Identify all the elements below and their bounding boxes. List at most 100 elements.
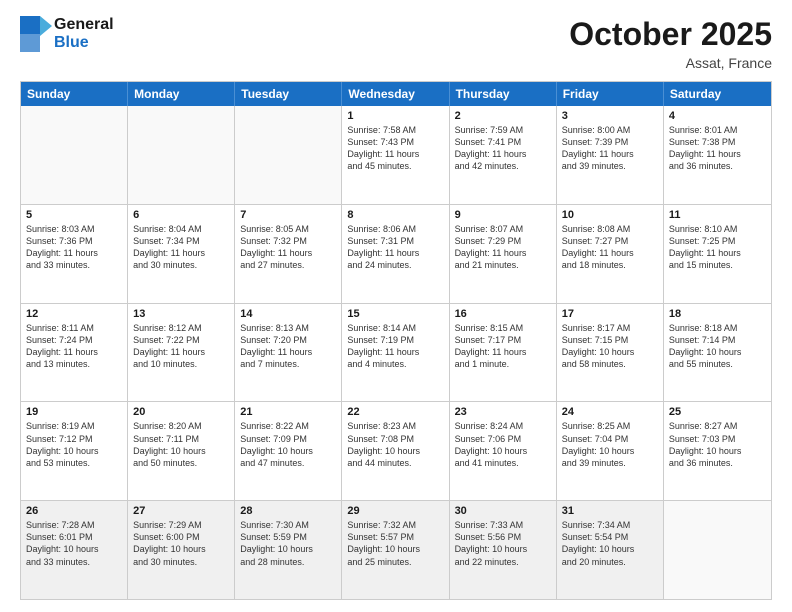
day-number: 23 — [455, 406, 551, 418]
day-info: Sunrise: 8:20 AM Sunset: 7:11 PM Dayligh… — [133, 420, 229, 469]
calendar-cell: 2 Sunrise: 7:59 AM Sunset: 7:41 PM Daylig… — [450, 106, 557, 204]
day-info: Sunrise: 8:19 AM Sunset: 7:12 PM Dayligh… — [26, 420, 122, 469]
calendar-cell: 10Sunrise: 8:08 AM Sunset: 7:27 PM Dayli… — [557, 205, 664, 303]
day-info: Sunrise: 7:34 AM Sunset: 5:54 PM Dayligh… — [562, 519, 658, 568]
day-info: Sunrise: 8:17 AM Sunset: 7:15 PM Dayligh… — [562, 322, 658, 371]
day-info: Sunrise: 8:06 AM Sunset: 7:31 PM Dayligh… — [347, 223, 443, 272]
day-info: Sunrise: 8:22 AM Sunset: 7:09 PM Dayligh… — [240, 420, 336, 469]
day-number: 25 — [669, 406, 766, 418]
day-info: Sunrise: 8:04 AM Sunset: 7:34 PM Dayligh… — [133, 223, 229, 272]
day-info: Sunrise: 8:00 AM Sunset: 7:39 PM Dayligh… — [562, 124, 658, 173]
day-number: 31 — [562, 505, 658, 517]
day-number: 18 — [669, 308, 766, 320]
day-info: Sunrise: 8:10 AM Sunset: 7:25 PM Dayligh… — [669, 223, 766, 272]
calendar-cell: 6Sunrise: 8:04 AM Sunset: 7:34 PM Daylig… — [128, 205, 235, 303]
day-info: Sunrise: 7:58 AM Sunset: 7:43 PM Dayligh… — [347, 124, 443, 173]
day-number: 24 — [562, 406, 658, 418]
calendar-cell: 29Sunrise: 7:32 AM Sunset: 5:57 PM Dayli… — [342, 501, 449, 599]
calendar-cell: 16Sunrise: 8:15 AM Sunset: 7:17 PM Dayli… — [450, 304, 557, 402]
logo: General Blue — [20, 16, 114, 53]
calendar-cell — [128, 106, 235, 204]
day-number: 26 — [26, 505, 122, 517]
day-info: Sunrise: 8:05 AM Sunset: 7:32 PM Dayligh… — [240, 223, 336, 272]
month-title: October 2025 — [569, 16, 772, 53]
day-number: 5 — [26, 209, 122, 221]
calendar-cell: 7 Sunrise: 8:05 AM Sunset: 7:32 PM Daylig… — [235, 205, 342, 303]
day-info: Sunrise: 7:30 AM Sunset: 5:59 PM Dayligh… — [240, 519, 336, 568]
calendar-cell: 17Sunrise: 8:17 AM Sunset: 7:15 PM Dayli… — [557, 304, 664, 402]
calendar-cell: 14Sunrise: 8:13 AM Sunset: 7:20 PM Dayli… — [235, 304, 342, 402]
day-number: 4 — [669, 110, 766, 122]
logo-line1: General — [54, 16, 114, 34]
weekday-header: Saturday — [664, 82, 771, 106]
calendar-cell: 11Sunrise: 8:10 AM Sunset: 7:25 PM Dayli… — [664, 205, 771, 303]
day-number: 14 — [240, 308, 336, 320]
day-info: Sunrise: 8:08 AM Sunset: 7:27 PM Dayligh… — [562, 223, 658, 272]
weekday-header: Wednesday — [342, 82, 449, 106]
header: General Blue October 2025 Assat, France — [20, 16, 772, 71]
day-info: Sunrise: 7:33 AM Sunset: 5:56 PM Dayligh… — [455, 519, 551, 568]
day-info: Sunrise: 8:24 AM Sunset: 7:06 PM Dayligh… — [455, 420, 551, 469]
calendar-cell: 24 Sunrise: 8:25 AM Sunset: 7:04 PM Dayli… — [557, 402, 664, 500]
day-info: Sunrise: 8:12 AM Sunset: 7:22 PM Dayligh… — [133, 322, 229, 371]
day-number: 20 — [133, 406, 229, 418]
calendar-cell: 30 Sunrise: 7:33 AM Sunset: 5:56 PM Dayli… — [450, 501, 557, 599]
day-number: 2 — [455, 110, 551, 122]
calendar-cell: 8 Sunrise: 8:06 AM Sunset: 7:31 PM Daylig… — [342, 205, 449, 303]
weekday-header: Tuesday — [235, 82, 342, 106]
day-number: 1 — [347, 110, 443, 122]
calendar-cell: 22Sunrise: 8:23 AM Sunset: 7:08 PM Dayli… — [342, 402, 449, 500]
calendar-week: 12 Sunrise: 8:11 AM Sunset: 7:24 PM Dayli… — [21, 304, 771, 403]
day-info: Sunrise: 8:03 AM Sunset: 7:36 PM Dayligh… — [26, 223, 122, 272]
day-info: Sunrise: 8:11 AM Sunset: 7:24 PM Dayligh… — [26, 322, 122, 371]
weekday-header: Monday — [128, 82, 235, 106]
day-number: 7 — [240, 209, 336, 221]
calendar-cell: 18 Sunrise: 8:18 AM Sunset: 7:14 PM Dayli… — [664, 304, 771, 402]
calendar-cell — [235, 106, 342, 204]
day-number: 29 — [347, 505, 443, 517]
calendar-cell: 27 Sunrise: 7:29 AM Sunset: 6:00 PM Dayli… — [128, 501, 235, 599]
day-number: 12 — [26, 308, 122, 320]
day-number: 30 — [455, 505, 551, 517]
day-info: Sunrise: 8:01 AM Sunset: 7:38 PM Dayligh… — [669, 124, 766, 173]
calendar-header: SundayMondayTuesdayWednesdayThursdayFrid… — [21, 82, 771, 106]
weekday-header: Friday — [557, 82, 664, 106]
logo-icon — [20, 16, 52, 52]
day-number: 3 — [562, 110, 658, 122]
calendar-body: 1 Sunrise: 7:58 AM Sunset: 7:43 PM Daylig… — [21, 106, 771, 599]
calendar-week: 19Sunrise: 8:19 AM Sunset: 7:12 PM Dayli… — [21, 402, 771, 501]
calendar-cell — [21, 106, 128, 204]
calendar-week: 5 Sunrise: 8:03 AM Sunset: 7:36 PM Daylig… — [21, 205, 771, 304]
calendar-cell: 19Sunrise: 8:19 AM Sunset: 7:12 PM Dayli… — [21, 402, 128, 500]
weekday-header: Thursday — [450, 82, 557, 106]
day-number: 21 — [240, 406, 336, 418]
calendar-week: 26 Sunrise: 7:28 AM Sunset: 6:01 PM Dayli… — [21, 501, 771, 599]
day-number: 13 — [133, 308, 229, 320]
calendar-cell: 12 Sunrise: 8:11 AM Sunset: 7:24 PM Dayli… — [21, 304, 128, 402]
day-number: 9 — [455, 209, 551, 221]
day-info: Sunrise: 7:29 AM Sunset: 6:00 PM Dayligh… — [133, 519, 229, 568]
weekday-header: Sunday — [21, 82, 128, 106]
day-number: 8 — [347, 209, 443, 221]
day-info: Sunrise: 7:59 AM Sunset: 7:41 PM Dayligh… — [455, 124, 551, 173]
calendar-cell: 3 Sunrise: 8:00 AM Sunset: 7:39 PM Daylig… — [557, 106, 664, 204]
calendar-cell: 23 Sunrise: 8:24 AM Sunset: 7:06 PM Dayli… — [450, 402, 557, 500]
logo-line2: Blue — [54, 34, 114, 52]
calendar: SundayMondayTuesdayWednesdayThursdayFrid… — [20, 81, 772, 600]
calendar-cell — [664, 501, 771, 599]
day-info: Sunrise: 8:18 AM Sunset: 7:14 PM Dayligh… — [669, 322, 766, 371]
day-info: Sunrise: 8:27 AM Sunset: 7:03 PM Dayligh… — [669, 420, 766, 469]
day-number: 28 — [240, 505, 336, 517]
day-number: 27 — [133, 505, 229, 517]
calendar-cell: 13 Sunrise: 8:12 AM Sunset: 7:22 PM Dayli… — [128, 304, 235, 402]
day-info: Sunrise: 7:28 AM Sunset: 6:01 PM Dayligh… — [26, 519, 122, 568]
calendar-cell: 15Sunrise: 8:14 AM Sunset: 7:19 PM Dayli… — [342, 304, 449, 402]
title-block: October 2025 Assat, France — [569, 16, 772, 71]
location: Assat, France — [569, 55, 772, 71]
day-info: Sunrise: 8:07 AM Sunset: 7:29 PM Dayligh… — [455, 223, 551, 272]
calendar-cell: 20 Sunrise: 8:20 AM Sunset: 7:11 PM Dayli… — [128, 402, 235, 500]
calendar-cell: 5 Sunrise: 8:03 AM Sunset: 7:36 PM Daylig… — [21, 205, 128, 303]
day-info: Sunrise: 8:15 AM Sunset: 7:17 PM Dayligh… — [455, 322, 551, 371]
calendar-cell: 26 Sunrise: 7:28 AM Sunset: 6:01 PM Dayli… — [21, 501, 128, 599]
day-info: Sunrise: 8:25 AM Sunset: 7:04 PM Dayligh… — [562, 420, 658, 469]
